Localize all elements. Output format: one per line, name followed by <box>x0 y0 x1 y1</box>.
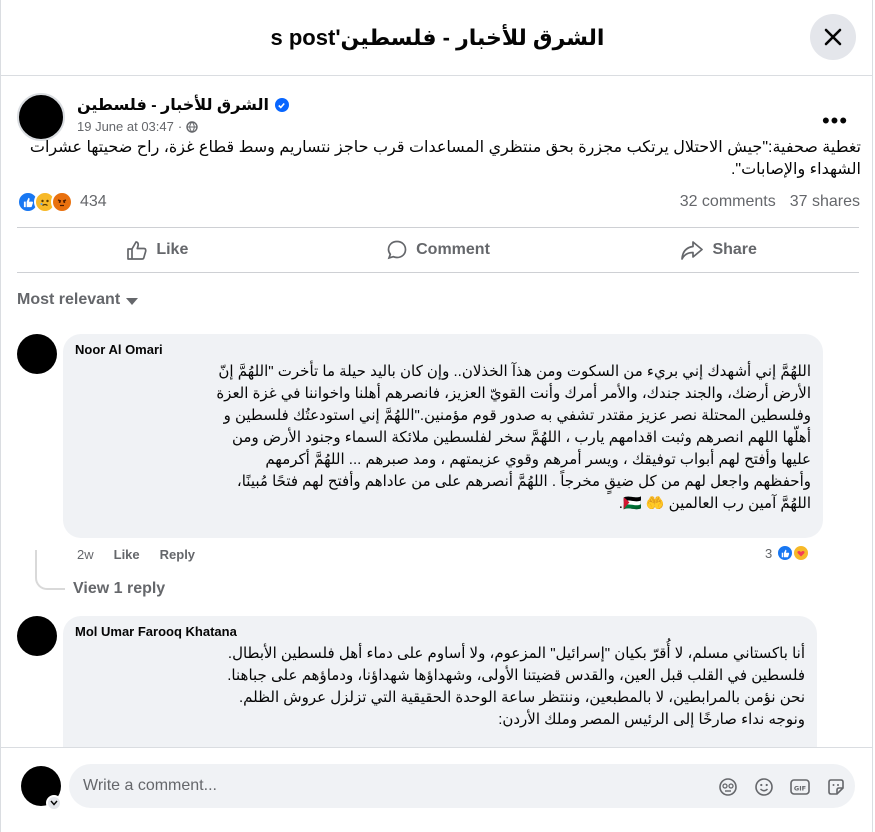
comment-reply-button[interactable]: Reply <box>160 547 195 562</box>
commenter-name[interactable]: Mol Umar Farooq Khatana <box>75 624 805 639</box>
commenter-avatar[interactable] <box>17 616 57 656</box>
care-reaction-icon <box>792 544 811 562</box>
reactions-summary[interactable]: 434 <box>17 191 107 213</box>
comment-line: فلسطين في القلب قبل العين، والقدس قضيتنا… <box>227 667 805 684</box>
comment-line: وأحفظهم واجعل لهم من كل ضيقٍ مخرجاً . ال… <box>236 473 811 490</box>
commenter-name[interactable]: Noor Al Omari <box>75 342 811 357</box>
post-header: الشرق للأخبار - فلسطين 19 June at 03:47 … <box>17 93 857 143</box>
close-icon <box>824 28 842 46</box>
comment-line: نحن نؤمن بالمرابطين، لا بالمطبعين، وننتظ… <box>238 689 805 706</box>
post-action-bar: Like Comment Share <box>17 227 859 273</box>
globe-icon <box>186 120 198 133</box>
author-name[interactable]: الشرق للأخبار - فلسطين <box>77 95 269 115</box>
comment-input-box: GIF <box>69 764 855 808</box>
comment-reaction-count: 3 <box>765 545 773 561</box>
comment-bubble: Noor Al Omari اللهُمَّ إني أشهدك إني بري… <box>63 334 823 538</box>
comment-line: اللهُمَّ إني أشهدك إني بريء من السكوت وم… <box>218 363 811 380</box>
post-meta: 19 June at 03:47 · <box>77 119 198 134</box>
avatar-sticker-icon[interactable] <box>717 776 739 798</box>
comment-item: Noor Al Omari اللهُمَّ إني أشهدك إني بري… <box>17 334 859 594</box>
composer-tools: GIF <box>717 776 847 798</box>
svg-text:GIF: GIF <box>794 785 806 793</box>
like-button[interactable]: Like <box>17 228 298 272</box>
view-replies-link[interactable]: View 1 reply <box>73 580 165 598</box>
share-button-label: Share <box>712 241 757 258</box>
share-arrow-icon <box>681 241 704 260</box>
comment-like-button[interactable]: Like <box>114 547 140 562</box>
comment-line: الأرض أرضك، والجند جندك، والأمر أمرك وأن… <box>216 385 811 402</box>
sort-label: Most relevant <box>17 291 121 308</box>
comment-actions: 2w Like Reply <box>77 547 195 562</box>
verified-badge-icon <box>274 98 289 112</box>
comment-sort-dropdown[interactable]: Most relevant <box>17 291 139 309</box>
comment-line: أنا باكستاني مسلم، لا أُقرّ بكيان "إسرائ… <box>227 645 805 662</box>
reaction-count: 434 <box>80 193 107 210</box>
angry-reaction-icon <box>51 191 73 213</box>
comment-button[interactable]: Comment <box>298 228 579 272</box>
comment-line: وفلسطين المحتلة نصر عزيز مقتدر تشفي به ص… <box>223 407 811 424</box>
comment-line: اللهُمَّ آمين رب العالمين 🤲 🇵🇸. <box>618 495 811 512</box>
shares-count-link[interactable]: 37 shares <box>790 193 860 211</box>
comment-bubble: Mol Umar Farooq Khatana أنا باكستاني مسل… <box>63 616 817 747</box>
comment-text: اللهُمَّ إني أشهدك إني بريء من السكوت وم… <box>75 361 811 515</box>
post-text: تغطية صحفية:"جيش الاحتلال يرتكب مجزرة بح… <box>29 139 861 178</box>
comment-text: أنا باكستاني مسلم، لا أُقرّ بكيان "إسرائ… <box>75 643 805 731</box>
dot-separator: · <box>177 119 183 134</box>
close-button[interactable] <box>810 14 856 60</box>
thumbs-up-icon <box>127 241 147 260</box>
post-stats: 32 comments 37 shares <box>680 193 860 211</box>
author-row: الشرق للأخبار - فلسطين <box>77 95 289 115</box>
comment-item: Mol Umar Farooq Khatana أنا باكستاني مسل… <box>17 616 859 747</box>
comment-input[interactable] <box>83 764 683 808</box>
comment-bubble-icon <box>387 240 407 260</box>
like-button-label: Like <box>156 241 189 258</box>
sticker-icon[interactable] <box>825 776 847 798</box>
post-scroll-area[interactable]: الشرق للأخبار - فلسطين 19 June at 03:47 … <box>1 77 872 747</box>
chevron-down-icon[interactable] <box>46 795 62 811</box>
share-button[interactable]: Share <box>578 228 859 272</box>
dialog-header: الشرق للأخبار - فلسطين's post <box>1 0 872 76</box>
comment-line: أهلّها اللهم انصرهم وثبت اقدامهم يارب ، … <box>232 429 811 446</box>
more-options-icon[interactable]: ••• <box>817 107 853 135</box>
post-dialog: الشرق للأخبار - فلسطين's post الشرق للأخ… <box>0 0 873 832</box>
comment-reactions[interactable]: 3 <box>765 544 811 562</box>
commenter-avatar[interactable] <box>17 334 57 374</box>
comment-line: عليها وأفتح لهم أبواب توفيقك ، ويسر أمره… <box>265 451 811 468</box>
dialog-title: الشرق للأخبار - فلسطين's post <box>270 24 605 50</box>
comment-button-label: Comment <box>416 241 490 258</box>
comment-time[interactable]: 2w <box>77 547 94 562</box>
page-avatar[interactable] <box>17 93 65 141</box>
post-timestamp[interactable]: 19 June at 03:47 <box>77 119 174 134</box>
comment-line: ونوجه نداء صارخًا إلى الرئيس المصر وملك … <box>498 711 805 728</box>
emoji-icon[interactable] <box>753 776 775 798</box>
caret-down-icon <box>126 297 139 305</box>
comments-count-link[interactable]: 32 comments <box>680 193 776 211</box>
reply-thread-line <box>35 550 65 590</box>
comment-composer: GIF <box>1 747 872 832</box>
gif-icon[interactable]: GIF <box>789 776 811 798</box>
